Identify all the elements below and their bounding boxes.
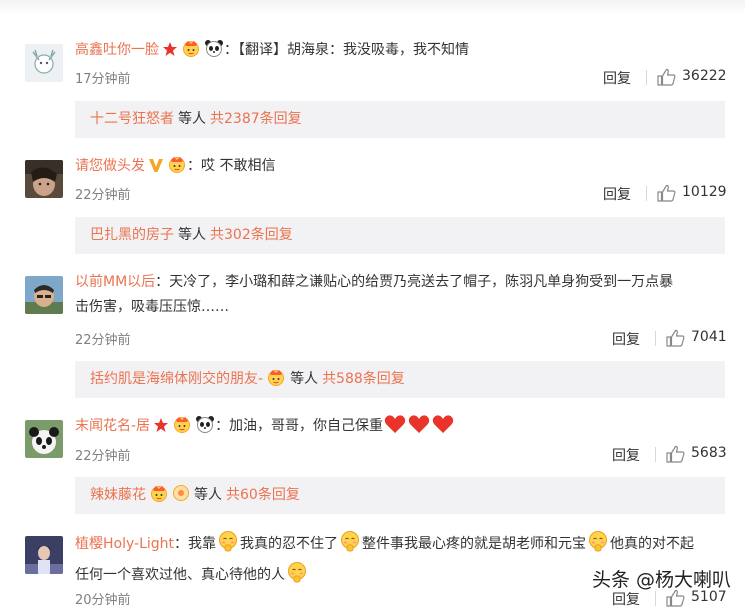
reply-count[interactable]: 共588条回复 [322, 371, 405, 387]
reply-count[interactable]: 共60条回复 [226, 487, 300, 503]
shy-face-icon [286, 561, 308, 592]
comment-text: 整件事我最心疼的就是胡老师和元宝 [362, 536, 587, 552]
comment-text: ：哎 不敢相信 [187, 158, 276, 174]
reply-mid-text: 等人 [178, 111, 206, 127]
reply-button[interactable]: 回复 [612, 329, 640, 349]
flower-badge-icon [172, 480, 190, 517]
crown-badge-icon [167, 155, 187, 182]
comment-time: 17分钟前 [75, 72, 131, 87]
comment-username[interactable]: 高鑫吐你一脸 [75, 42, 159, 58]
comment-text: ：天冷了，李小璐和薛之谦贴心的给贾乃亮送去了帽子，陈羽凡单身狗受到一万点暴 [155, 274, 674, 290]
v-badge-icon [148, 157, 164, 182]
reply-mid-text: 等人 [194, 487, 222, 503]
like-count: 10129 [682, 184, 727, 200]
comment-body: 高鑫吐你一脸 ：【翻译】胡海泉：我没吸毒，我不知情 [75, 38, 723, 66]
reply-button[interactable]: 回复 [612, 445, 640, 465]
crown-badge-icon [149, 480, 169, 517]
comment-username[interactable]: 末闻花名-居 [75, 418, 150, 434]
reply-summary[interactable]: 辣妹藤花 等人 共60条回复 [75, 477, 725, 514]
like-count: 7041 [691, 329, 727, 345]
reply-summary[interactable]: 括约肌是海绵体刚交的朋友- 等人 共588条回复 [75, 361, 725, 398]
reply-summary[interactable]: 巴扎黑的房子 等人 共302条回复 [75, 217, 725, 254]
crown-badge-icon [172, 415, 192, 442]
comment-time: 22分钟前 [75, 449, 131, 464]
comment-body: 请您做头发 ：哎 不敢相信 [75, 154, 723, 182]
reply-count[interactable]: 共2387条回复 [210, 111, 302, 127]
shy-face-icon [217, 530, 239, 561]
comment-time: 20分钟前 [75, 593, 131, 608]
reply-mid-text: 等人 [290, 371, 319, 387]
watermark: 头条 @杨大喇叭 [591, 569, 731, 591]
thumbs-up-icon[interactable] [657, 184, 676, 206]
top-shadow [0, 0, 745, 14]
panda-icon [195, 415, 215, 442]
crown-badge-icon [181, 39, 201, 66]
comment-text: 我真的忍不住了 [240, 536, 339, 552]
comment-body: 以前MM以后：天冷了，李小璐和薛之谦贴心的给贾乃亮送去了帽子，陈羽凡单身狗受到一… [75, 270, 723, 320]
comment-time: 22分钟前 [75, 188, 131, 203]
like-count: 36222 [682, 68, 727, 84]
comment-text: ：【翻译】胡海泉：我没吸毒，我不知情 [224, 42, 469, 58]
comment-username[interactable]: 植樱Holy-Light [75, 536, 174, 552]
divider [646, 70, 647, 85]
panda-icon [204, 39, 224, 66]
avatar[interactable] [25, 276, 63, 314]
reply-summary[interactable]: 十二号狂怒者 等人 共2387条回复 [75, 101, 725, 138]
heart-icon [432, 414, 454, 443]
avatar[interactable] [25, 160, 63, 198]
comment-text: ：我靠 [174, 536, 217, 552]
comment-username[interactable]: 请您做头发 [75, 158, 145, 174]
reply-button[interactable]: 回复 [603, 68, 631, 88]
avatar[interactable] [25, 536, 63, 574]
thumbs-up-icon[interactable] [666, 445, 685, 467]
comment-text: ：加油，哥哥，你自己保重 [215, 418, 384, 434]
thumbs-up-icon[interactable] [666, 329, 685, 351]
shy-face-icon [587, 530, 609, 561]
divider [646, 186, 647, 201]
shy-face-icon [339, 530, 361, 561]
divider [655, 447, 656, 462]
reply-user[interactable]: 十二号狂怒者 [90, 111, 174, 127]
reply-button[interactable]: 回复 [603, 184, 631, 204]
reply-mid-text: 等人 [178, 227, 206, 243]
comment-text: 他真的对不起 [610, 536, 695, 552]
comment-text: 击伤害，吸毒压压惊…… [75, 299, 229, 315]
comment-text: 任何一个喜欢过他、真心待他的人 [75, 567, 285, 583]
avatar[interactable] [25, 44, 63, 82]
divider [655, 591, 656, 606]
thumbs-up-icon[interactable] [657, 68, 676, 90]
heart-icon [408, 414, 430, 443]
like-count: 5683 [691, 445, 727, 461]
reply-user[interactable]: 括约肌是海绵体刚交的朋友- [90, 371, 263, 387]
comment-body: 末闻花名-居 ：加油，哥哥，你自己保重 [75, 414, 723, 443]
reply-count[interactable]: 共302条回复 [210, 227, 293, 243]
star-badge-icon [162, 41, 178, 66]
reply-user[interactable]: 巴扎黑的房子 [90, 227, 174, 243]
divider [655, 331, 656, 346]
crown-badge-icon [266, 364, 286, 401]
reply-user[interactable]: 辣妹藤花 [90, 487, 146, 503]
comment-username[interactable]: 以前MM以后 [75, 274, 155, 290]
avatar[interactable] [25, 420, 63, 458]
reply-button[interactable]: 回复 [612, 589, 640, 609]
comment-time: 22分钟前 [75, 333, 131, 348]
heart-icon [384, 414, 406, 443]
star-badge-icon [153, 417, 169, 442]
